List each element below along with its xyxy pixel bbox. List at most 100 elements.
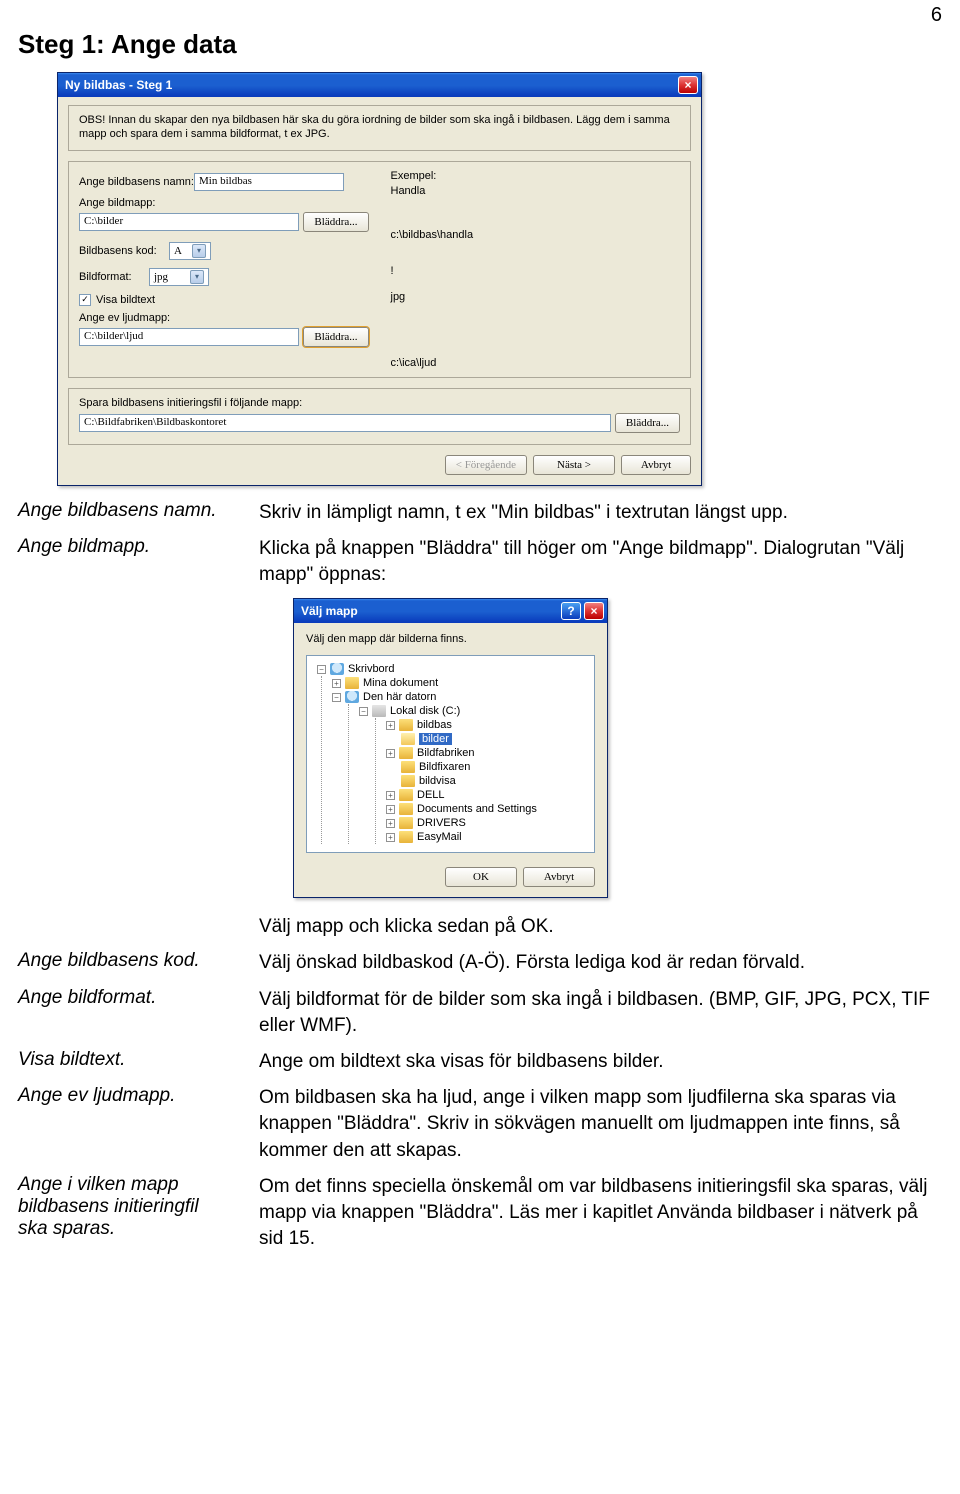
name-label: Ange bildbasens namn:	[79, 176, 194, 188]
folder-icon	[399, 817, 413, 829]
name-field[interactable]: Min bildbas	[194, 173, 344, 191]
term: Ange bildmapp.	[18, 536, 233, 588]
sound-label: Ange ev ljudmapp:	[79, 312, 170, 324]
save-field[interactable]: C:\Bildfabriken\Bildbaskontoret	[79, 414, 611, 432]
term: Ange bildbasens kod.	[18, 950, 233, 976]
form-group: Ange bildbasens namn: Min bildbas Ange b…	[68, 161, 691, 378]
chevron-down-icon: ▾	[192, 244, 206, 258]
tree-node[interactable]: Mina dokument	[363, 677, 438, 689]
desc: Om det finns speciella önskemål om var b…	[259, 1174, 942, 1253]
tree-node[interactable]: Bildfabriken	[417, 747, 474, 759]
computer-icon	[345, 691, 359, 703]
chevron-down-icon: ▾	[190, 270, 204, 284]
info-group: OBS! Innan du skapar den nya bildbasen h…	[68, 105, 691, 151]
folder-tree[interactable]: − Skrivbord + Mina dokument − Den här da…	[306, 655, 595, 853]
expand-icon[interactable]: +	[386, 749, 395, 758]
dlg2-title: Välj mapp	[301, 604, 558, 618]
term: Ange bildformat.	[18, 987, 233, 1039]
format-value: jpg	[154, 271, 168, 283]
code-sample: !	[391, 265, 681, 277]
show-text-checkbox[interactable]: ✓	[79, 294, 91, 306]
next-button[interactable]: Nästa >	[533, 455, 615, 475]
save-group: Spara bildbasens initieringsfil i följan…	[68, 388, 691, 445]
tree-node[interactable]: EasyMail	[417, 831, 462, 843]
tree-node[interactable]: Lokal disk (C:)	[390, 705, 460, 717]
code-label: Bildbasens kod:	[79, 245, 169, 257]
desc: Välj bildformat för de bilder som ska in…	[259, 987, 942, 1039]
close-icon[interactable]: ×	[678, 76, 698, 94]
browse-button-save[interactable]: Bläddra...	[615, 413, 680, 433]
folder-icon	[399, 831, 413, 843]
sound-sample: c:\ica\ljud	[391, 357, 681, 369]
tree-node[interactable]: bildbas	[417, 719, 452, 731]
tree-node[interactable]: Skrivbord	[348, 663, 394, 675]
expand-icon[interactable]: +	[386, 819, 395, 828]
browse-button-folder[interactable]: Bläddra...	[303, 212, 368, 232]
help-icon[interactable]: ?	[561, 602, 581, 620]
desc: Välj önskad bildbaskod (A-Ö). Första led…	[259, 950, 942, 976]
desc: Om bildbasen ska ha ljud, ange i vilken …	[259, 1085, 942, 1164]
folder-icon	[399, 747, 413, 759]
desc: Skriv in lämpligt namn, t ex "Min bildba…	[259, 500, 942, 526]
folder-icon	[401, 775, 415, 787]
drive-icon	[372, 705, 386, 717]
tree-node[interactable]: DRIVERS	[417, 817, 466, 829]
expand-icon[interactable]: +	[386, 805, 395, 814]
exempel-label: Exempel:	[391, 170, 681, 182]
collapse-icon[interactable]: −	[359, 707, 368, 716]
term: Ange ev ljudmapp.	[18, 1085, 233, 1164]
folder-field[interactable]: C:\bilder	[79, 213, 299, 231]
dlg1-titlebar[interactable]: Ny bildbas - Steg 1 ×	[58, 73, 701, 97]
folder-label: Ange bildmapp:	[79, 197, 155, 209]
folder-sample: c:\bildbas\handla	[391, 229, 681, 241]
page-number: 6	[18, 4, 942, 27]
expand-icon[interactable]: +	[386, 721, 395, 730]
tree-node-selected[interactable]: bilder	[419, 733, 452, 745]
folder-icon	[399, 789, 413, 801]
close-icon[interactable]: ×	[584, 602, 604, 620]
dlg2-titlebar[interactable]: Välj mapp ? ×	[294, 599, 607, 623]
folder-icon	[401, 761, 415, 773]
cancel-button[interactable]: Avbryt	[621, 455, 691, 475]
save-label: Spara bildbasens initieringsfil i följan…	[79, 397, 680, 409]
desc: Ange om bildtext ska visas för bildbasen…	[259, 1049, 942, 1075]
term: Ange i vilken mapp bildbasens initiering…	[18, 1174, 233, 1253]
dialog-ny-bildbas: Ny bildbas - Steg 1 × OBS! Innan du skap…	[57, 72, 702, 486]
tree-node[interactable]: Documents and Settings	[417, 803, 537, 815]
term: Ange bildbasens namn.	[18, 500, 233, 526]
format-combo[interactable]: jpg ▾	[149, 268, 209, 286]
back-button: < Föregående	[445, 455, 527, 475]
dlg1-title: Ny bildbas - Steg 1	[65, 78, 675, 92]
tree-node[interactable]: DELL	[417, 789, 445, 801]
sound-field[interactable]: C:\bilder\ljud	[79, 328, 299, 346]
collapse-icon[interactable]: −	[317, 665, 326, 674]
tree-node[interactable]: Den här datorn	[363, 691, 436, 703]
code-combo[interactable]: A▾	[169, 242, 211, 260]
folder-icon	[399, 803, 413, 815]
collapse-icon[interactable]: −	[332, 693, 341, 702]
folder-open-icon	[401, 733, 415, 745]
expand-icon[interactable]: +	[386, 791, 395, 800]
name-sample: Handla	[391, 185, 681, 197]
desktop-icon	[330, 663, 344, 675]
format-label: Bildformat:	[79, 271, 149, 283]
show-text-label: Visa bildtext	[96, 294, 155, 306]
dialog-valj-mapp: Välj mapp ? × Välj den mapp där bilderna…	[293, 598, 608, 898]
term: Visa bildtext.	[18, 1049, 233, 1075]
cancel-button[interactable]: Avbryt	[523, 867, 595, 887]
expand-icon[interactable]: +	[386, 833, 395, 842]
expand-icon[interactable]: +	[332, 679, 341, 688]
page-title: Steg 1: Ange data	[18, 29, 942, 60]
tree-node[interactable]: Bildfixaren	[419, 761, 470, 773]
desc: Klicka på knappen "Bläddra" till höger o…	[259, 536, 942, 588]
browse-button-sound[interactable]: Bläddra...	[303, 327, 368, 347]
desc: Välj mapp och klicka sedan på OK.	[259, 914, 942, 940]
obs-text: OBS! Innan du skapar den nya bildbasen h…	[79, 114, 680, 142]
folder-icon	[345, 677, 359, 689]
format-sample: jpg	[391, 291, 681, 303]
ok-button[interactable]: OK	[445, 867, 517, 887]
dlg2-prompt: Välj den mapp där bilderna finns.	[306, 633, 595, 645]
tree-node[interactable]: bildvisa	[419, 775, 456, 787]
folder-icon	[399, 719, 413, 731]
code-value: A	[174, 245, 182, 257]
